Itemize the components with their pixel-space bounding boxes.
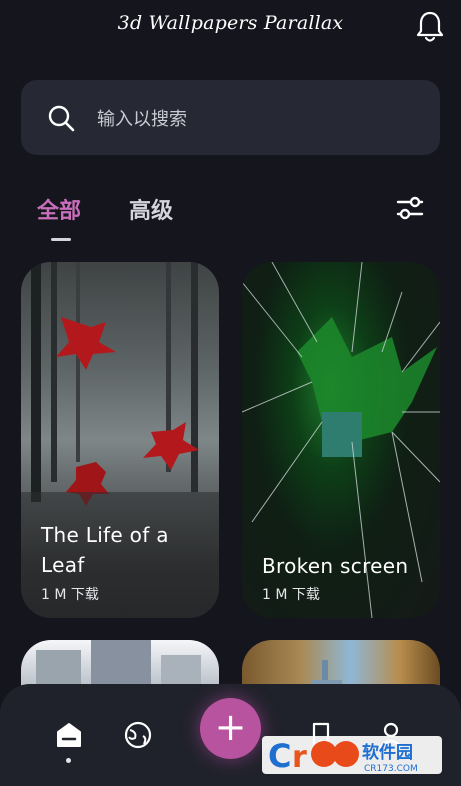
tab-premium[interactable]: 高级 — [129, 193, 173, 225]
card-title: Broken screen — [262, 554, 409, 578]
search-icon — [48, 105, 75, 131]
active-tab-indicator — [51, 238, 71, 241]
svg-text:C: C — [268, 737, 291, 775]
active-nav-indicator — [66, 758, 71, 763]
tab-all[interactable]: 全部 — [37, 193, 81, 225]
site-watermark: C r 软件园 CR173.COM — [262, 734, 442, 776]
svg-text:r: r — [292, 740, 307, 775]
svg-text:软件园: 软件园 — [362, 742, 413, 763]
add-button[interactable]: + — [200, 698, 261, 759]
wallpaper-card-broken-screen[interactable]: Broken screen 1 M 下载 — [242, 262, 440, 618]
card-downloads: 1 M 下载 — [41, 587, 99, 603]
filter-icon[interactable] — [395, 193, 425, 223]
explore-icon[interactable] — [123, 720, 153, 750]
bell-icon[interactable] — [415, 10, 445, 44]
wallpaper-card-leaf[interactable]: The Life of a Leaf 1 M 下载 — [21, 262, 219, 618]
card-downloads: 1 M 下载 — [262, 587, 320, 603]
card-title: The Life of a Leaf — [41, 523, 169, 577]
search-bar[interactable]: 输入以搜索 — [21, 80, 440, 155]
watermark-logo: C r 软件园 CR173.COM — [262, 736, 442, 775]
home-icon[interactable] — [54, 720, 84, 750]
category-tabs: 全部 高级 — [37, 193, 173, 225]
app-title: 3d Wallpapers Parallax — [117, 12, 344, 34]
search-input[interactable]: 输入以搜索 — [97, 105, 187, 131]
svg-text:CR173.COM: CR173.COM — [364, 764, 418, 774]
plus-icon: + — [214, 704, 247, 749]
